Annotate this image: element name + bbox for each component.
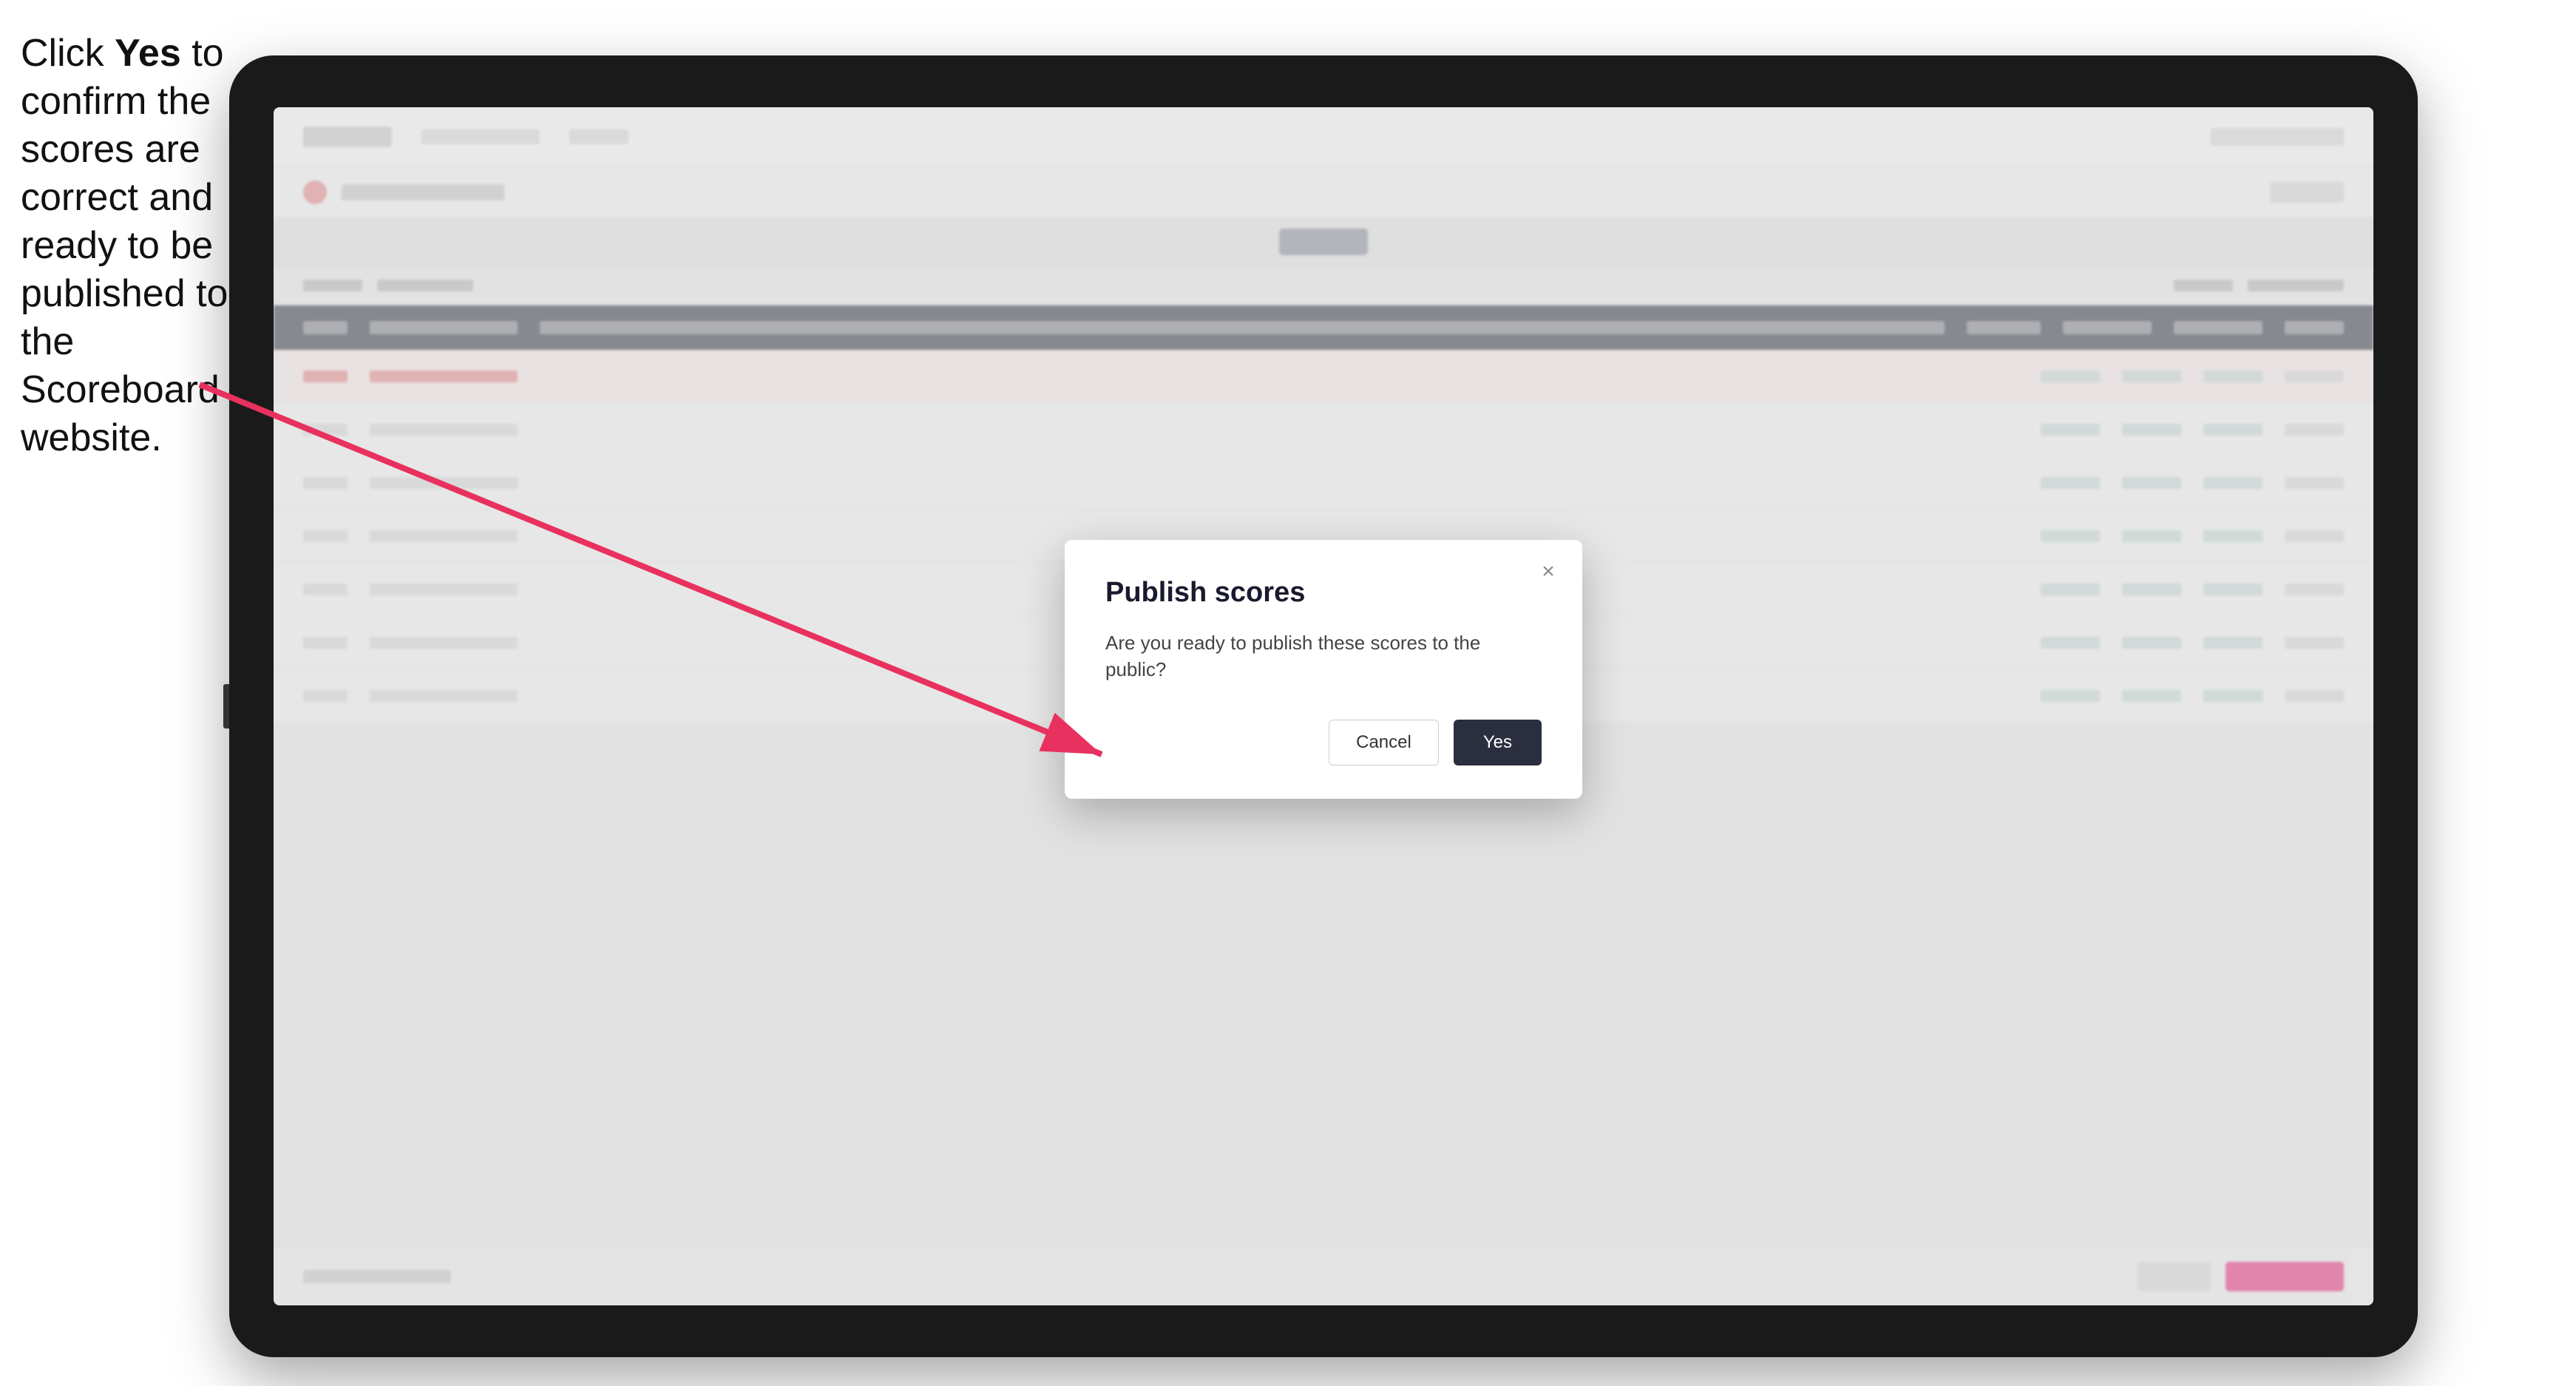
tablet-device: × Publish scores Are you ready to publis… — [229, 55, 2418, 1357]
instruction-bold: Yes — [115, 32, 181, 75]
modal-close-button[interactable]: × — [1535, 558, 1562, 585]
modal-body-text: Are you ready to publish these scores to… — [1105, 629, 1542, 683]
cancel-button[interactable]: Cancel — [1329, 720, 1439, 765]
yes-button[interactable]: Yes — [1454, 720, 1542, 765]
publish-scores-dialog: × Publish scores Are you ready to publis… — [1065, 540, 1582, 800]
tablet-screen: × Publish scores Are you ready to publis… — [274, 107, 2373, 1305]
instruction-text: Click Yes to confirm the scores are corr… — [21, 30, 235, 462]
modal-title: Publish scores — [1105, 577, 1542, 609]
tablet-side-button — [223, 684, 229, 729]
modal-overlay: × Publish scores Are you ready to publis… — [274, 107, 2373, 1305]
modal-footer: Cancel Yes — [1105, 720, 1542, 765]
